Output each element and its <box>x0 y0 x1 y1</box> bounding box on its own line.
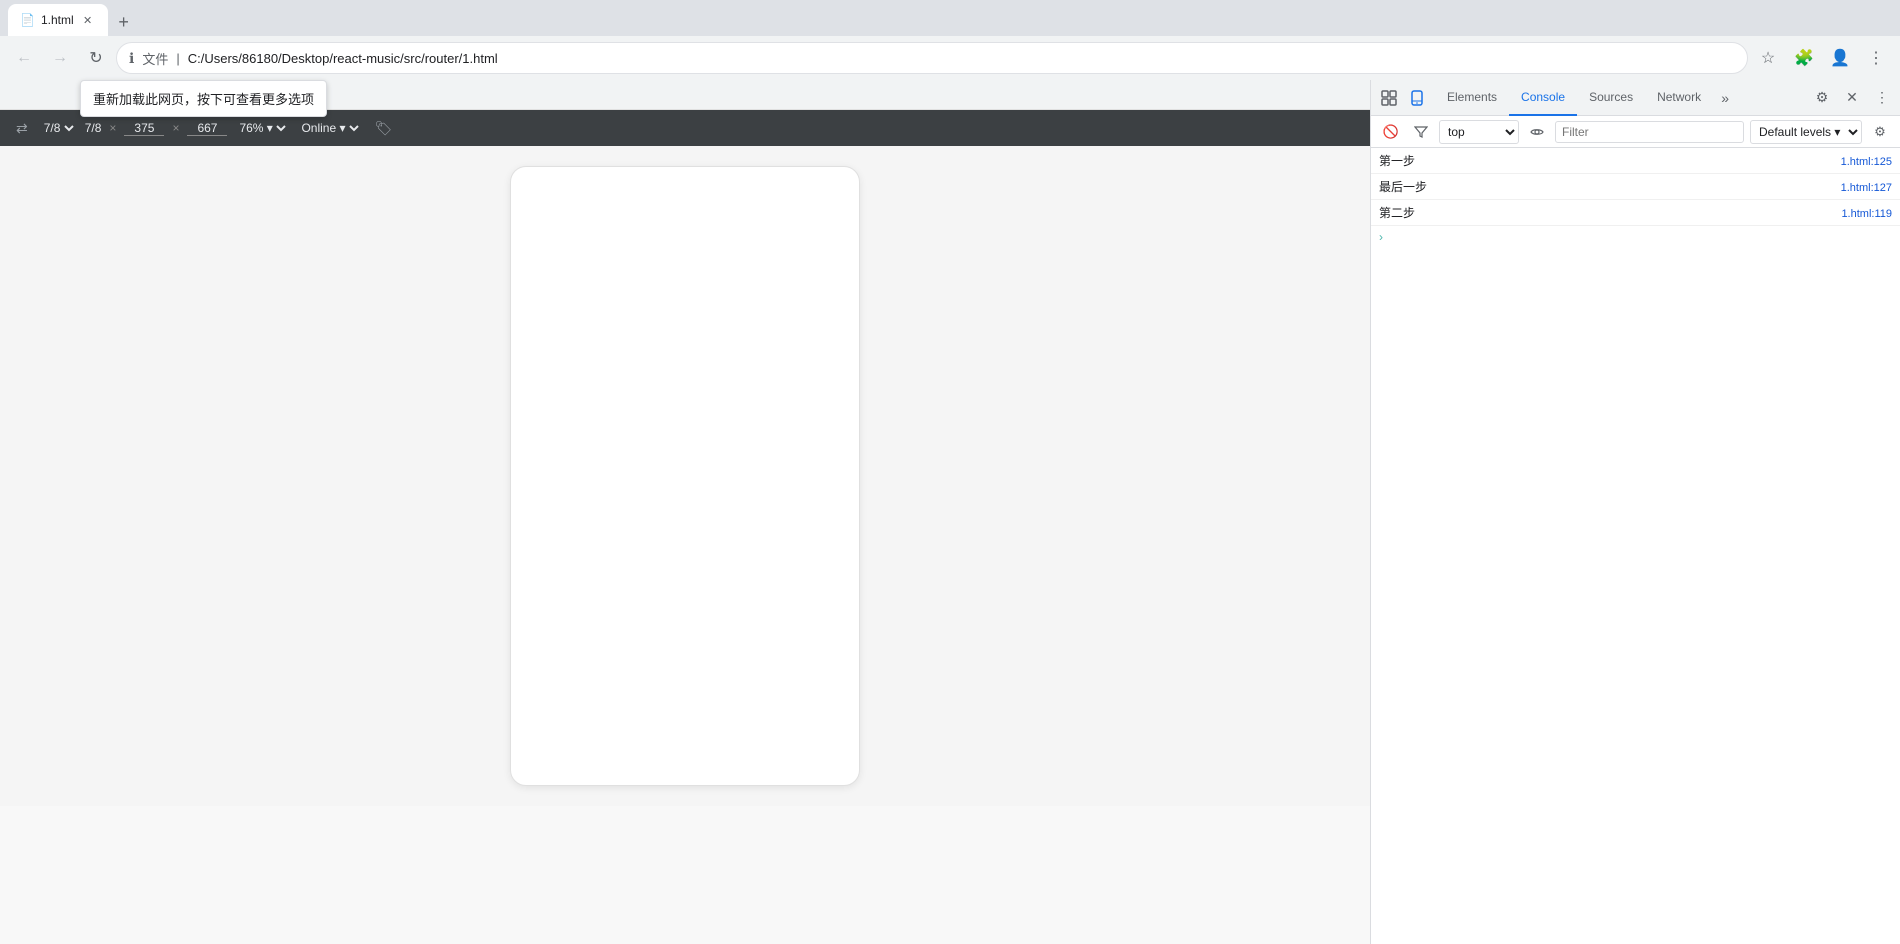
page-content <box>0 146 1370 806</box>
separator: | <box>176 51 179 66</box>
new-tab-button[interactable]: + <box>110 8 138 36</box>
menu-button[interactable]: ⋮ <box>1860 42 1892 74</box>
log-text-2: 最后一步 <box>1379 178 1427 195</box>
browser-window: 📄 1.html ✕ + ← → ↻ 重新加载此网页，按下可查看更多选项 ℹ 文… <box>0 0 1900 944</box>
zoom-select[interactable]: 76% ▾ <box>235 120 289 136</box>
more-tabs-button[interactable]: » <box>1713 86 1737 110</box>
phone-frame <box>510 166 860 786</box>
console-log: 第一步 1.html:125 最后一步 1.html:127 第二步 1.htm… <box>1371 148 1900 944</box>
width-input[interactable] <box>124 121 164 136</box>
context-select[interactable]: top <box>1439 120 1519 144</box>
profile-button[interactable]: 👤 <box>1824 42 1856 74</box>
toolbar-actions: ☆ 🧩 👤 ⋮ <box>1752 42 1892 74</box>
height-input[interactable] <box>187 121 227 136</box>
devtools-panel: Elements Console Sources Network » ⚙ ✕ ⋮… <box>1370 80 1900 944</box>
webpage-area: ⇄ 7/8 7/8 × × 76% ▾ Online ▾ 🏷 <box>0 80 1370 944</box>
log-source-2[interactable]: 1.html:127 <box>1841 182 1892 194</box>
forward-button[interactable]: → <box>44 42 76 74</box>
top-bar: ← → ↻ 重新加载此网页，按下可查看更多选项 ℹ 文件 | C:/Users/… <box>0 36 1900 80</box>
reload-button[interactable]: ↻ <box>80 42 112 74</box>
main-area: ⇄ 7/8 7/8 × × 76% ▾ Online ▾ 🏷 <box>0 80 1900 944</box>
log-entry-1: 第一步 1.html:125 <box>1371 148 1900 174</box>
extensions-button[interactable]: 🧩 <box>1788 42 1820 74</box>
console-settings-button[interactable]: ⚙ <box>1868 120 1892 144</box>
devtools-tab-console[interactable]: Console <box>1509 80 1577 116</box>
tab-title: 1.html <box>41 13 74 27</box>
active-tab[interactable]: 📄 1.html ✕ <box>8 4 108 36</box>
url-text: C:/Users/86180/Desktop/react-music/src/r… <box>188 51 498 66</box>
log-source-3[interactable]: 1.html:119 <box>1841 208 1892 220</box>
inspect-element-button[interactable] <box>1375 84 1403 112</box>
devtools-close-button[interactable]: ✕ <box>1838 84 1866 112</box>
devtools-tab-network[interactable]: Network <box>1645 80 1713 116</box>
back-button[interactable]: ← <box>8 42 40 74</box>
device-mode-button[interactable] <box>1403 84 1431 112</box>
x-separator: × <box>172 121 179 135</box>
prompt-expand-icon[interactable]: › <box>1379 230 1383 244</box>
info-icon: ℹ <box>129 50 134 67</box>
file-label: 文件 <box>142 49 168 68</box>
tab-favicon: 📄 <box>20 13 35 27</box>
log-source-1[interactable]: 1.html:125 <box>1841 156 1892 168</box>
tag-icon-button[interactable]: 🏷 <box>370 118 396 139</box>
clear-console-button[interactable]: 🚫 <box>1379 120 1403 144</box>
devtools-settings-button[interactable]: ⚙ <box>1808 84 1836 112</box>
devtools-more-button[interactable]: ⋮ <box>1868 84 1896 112</box>
log-entry-3: 第二步 1.html:119 <box>1371 200 1900 226</box>
devtools-header: Elements Console Sources Network » ⚙ ✕ ⋮ <box>1371 80 1900 116</box>
devtools-tabs: Elements Console Sources Network » <box>1431 80 1808 116</box>
address-bar[interactable]: ℹ 文件 | C:/Users/86180/Desktop/react-musi… <box>116 42 1748 74</box>
log-text-3: 第二步 <box>1379 204 1415 221</box>
console-toolbar: 🚫 top Default levels ▾ <box>1371 116 1900 148</box>
network-select[interactable]: Online ▾ <box>297 120 362 136</box>
filter-input[interactable] <box>1555 121 1744 143</box>
log-text-1: 第一步 <box>1379 152 1415 169</box>
rotate-button[interactable]: ⇄ <box>12 118 32 139</box>
log-entry-2: 最后一步 1.html:127 <box>1371 174 1900 200</box>
eye-button[interactable] <box>1525 120 1549 144</box>
levels-select[interactable]: Default levels ▾ <box>1750 120 1862 144</box>
devtools-tab-elements[interactable]: Elements <box>1435 80 1509 116</box>
devtools-right-icons: ⚙ ✕ ⋮ <box>1808 84 1896 112</box>
page-count-label: 7/8 <box>85 121 102 135</box>
devtools-tab-sources[interactable]: Sources <box>1577 80 1645 116</box>
filter-toggle-button[interactable] <box>1409 120 1433 144</box>
console-prompt: › <box>1371 226 1900 248</box>
dimension-separator: × <box>109 121 116 135</box>
tab-bar: 📄 1.html ✕ + <box>0 0 1900 36</box>
reload-tooltip: 重新加载此网页，按下可查看更多选项 <box>80 80 327 117</box>
tab-close-button[interactable]: ✕ <box>80 12 96 28</box>
star-button[interactable]: ☆ <box>1752 42 1784 74</box>
device-select[interactable]: 7/8 <box>40 120 77 136</box>
